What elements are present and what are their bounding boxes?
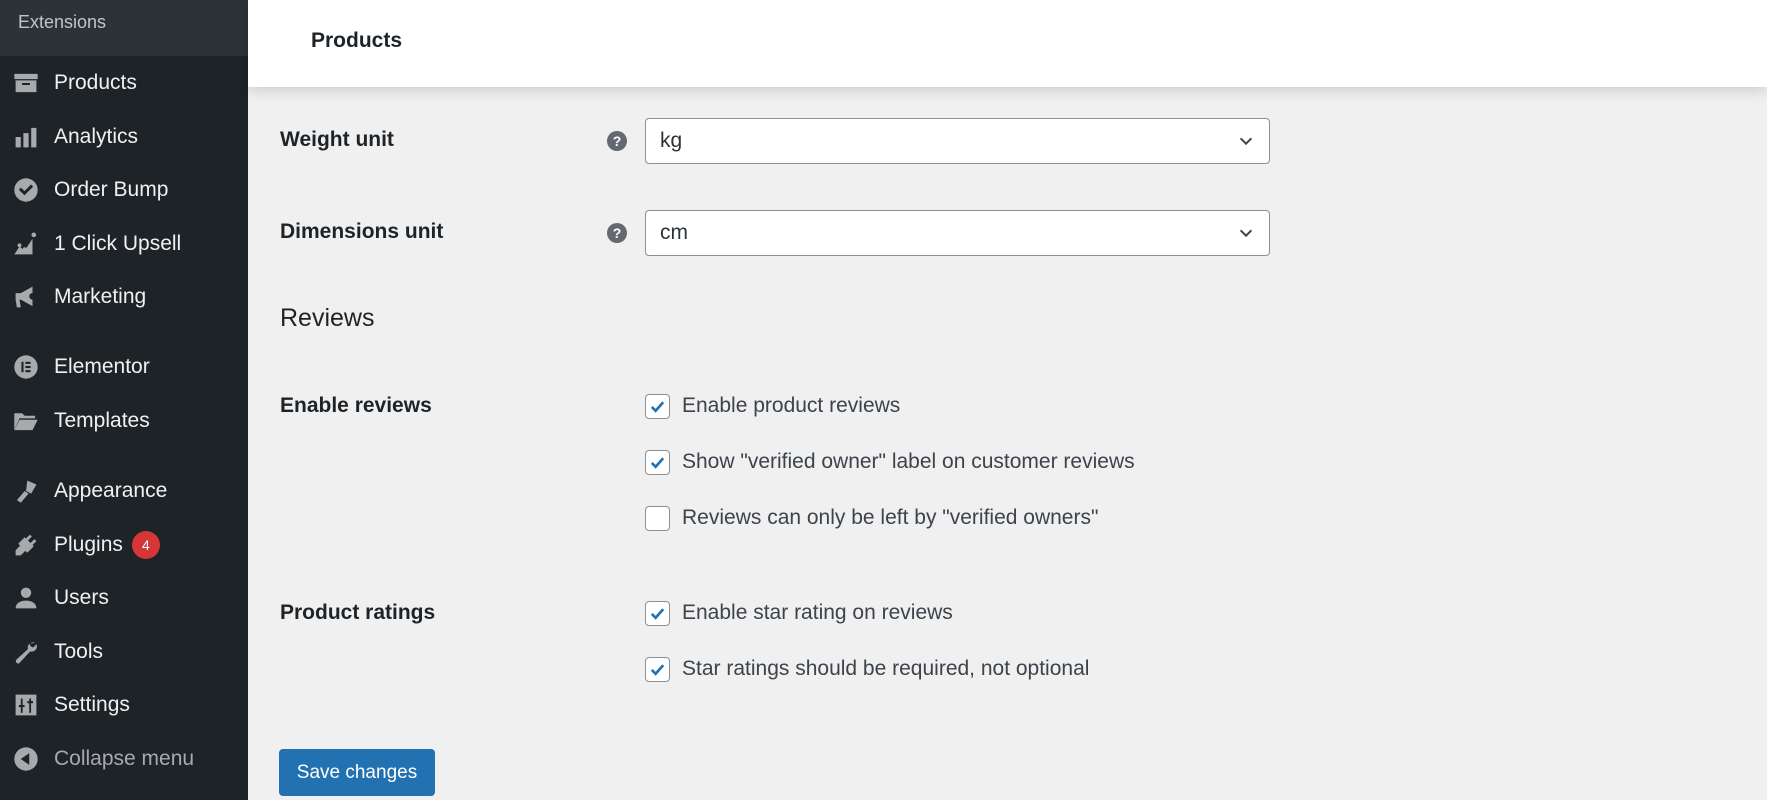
star-rating-required-checkbox[interactable]: Star ratings should be required, not opt… xyxy=(645,655,1089,683)
page-title: Products xyxy=(311,29,403,52)
verified-owners-only-checkbox[interactable]: Reviews can only be left by "verified ow… xyxy=(645,504,1098,532)
checkbox-checked[interactable] xyxy=(645,656,670,682)
archive-box-icon xyxy=(12,69,40,97)
sidebar-item-templates[interactable]: Templates xyxy=(0,399,248,443)
sidebar-item-plugins[interactable]: Plugins 4 xyxy=(0,523,248,567)
sidebar-item-label: Analytics xyxy=(54,125,139,148)
collapse-menu-button[interactable]: Collapse menu xyxy=(0,737,248,781)
weight-unit-select[interactable]: kg xyxy=(645,118,1270,164)
reviews-section-title: Reviews xyxy=(280,304,375,332)
verified-owner-label-checkbox[interactable]: Show "verified owner" label on customer … xyxy=(645,448,1135,476)
checkbox-label: Star ratings should be required, not opt… xyxy=(682,657,1090,680)
save-changes-button[interactable]: Save changes xyxy=(279,749,435,796)
sidebar-item-analytics[interactable]: Analytics xyxy=(0,115,248,159)
sidebar-item-marketing[interactable]: Marketing xyxy=(0,275,248,319)
dimensions-unit-label: Dimensions unit xyxy=(280,220,444,243)
sidebar-item-label: 1 Click Upsell xyxy=(54,232,182,255)
plug-icon xyxy=(12,531,40,559)
plugins-update-badge: 4 xyxy=(131,531,160,559)
sidebar-item-label: Tools xyxy=(54,640,104,663)
sidebar-item-tools[interactable]: Tools xyxy=(0,630,248,674)
page-header: Products xyxy=(248,0,1767,87)
chevron-down-icon xyxy=(1239,229,1253,238)
chevron-down-icon xyxy=(1239,137,1253,146)
user-icon xyxy=(12,584,40,612)
weight-unit-label: Weight unit xyxy=(280,128,394,151)
enable-reviews-label: Enable reviews xyxy=(280,394,432,417)
dimensions-unit-select[interactable]: cm xyxy=(645,210,1270,256)
checkbox-label: Reviews can only be left by "verified ow… xyxy=(682,506,1099,529)
admin-sidebar: Extensions Products Analytics Order Bump… xyxy=(0,0,248,800)
checkmark-icon xyxy=(650,607,665,620)
sidebar-item-label: Marketing xyxy=(54,285,147,308)
checkmark-icon xyxy=(650,456,665,469)
weight-unit-value: kg xyxy=(660,129,683,152)
megaphone-icon xyxy=(12,283,40,311)
bar-chart-icon xyxy=(12,123,40,151)
sidebar-item-label: Elementor xyxy=(54,355,150,378)
check-circle-icon xyxy=(12,176,40,204)
checkbox-checked[interactable] xyxy=(645,600,670,626)
sidebar-item-label: Settings xyxy=(54,693,130,716)
sidebar-item-order-bump[interactable]: Order Bump xyxy=(0,168,248,212)
elementor-icon xyxy=(12,353,40,381)
enable-product-reviews-checkbox[interactable]: Enable product reviews xyxy=(645,392,900,420)
trend-chart-icon xyxy=(12,230,40,258)
dimensions-unit-value: cm xyxy=(660,221,688,244)
sidebar-item-label: Plugins xyxy=(54,533,123,556)
sidebar-section-extensions[interactable]: Extensions xyxy=(0,0,248,56)
wrench-icon xyxy=(12,638,40,666)
checkmark-icon xyxy=(650,663,665,676)
sidebar-item-users[interactable]: Users xyxy=(0,576,248,620)
help-icon[interactable]: ? xyxy=(607,223,627,243)
sidebar-item-label: Templates xyxy=(54,409,150,432)
checkbox-unchecked[interactable] xyxy=(645,505,670,531)
sliders-icon xyxy=(12,691,40,719)
folder-open-icon xyxy=(12,407,40,435)
sidebar-item-label: Appearance xyxy=(54,479,168,502)
sidebar-item-label: Collapse menu xyxy=(54,747,195,770)
enable-star-rating-checkbox[interactable]: Enable star rating on reviews xyxy=(645,599,953,627)
product-ratings-label: Product ratings xyxy=(280,601,436,624)
checkbox-checked[interactable] xyxy=(645,449,670,475)
checkbox-label: Enable product reviews xyxy=(682,394,901,417)
paintbrush-icon xyxy=(12,477,40,505)
sidebar-item-products[interactable]: Products xyxy=(0,61,248,105)
sidebar-item-label: Users xyxy=(54,586,109,609)
checkbox-label: Enable star rating on reviews xyxy=(682,601,953,624)
help-icon[interactable]: ? xyxy=(607,131,627,151)
checkbox-label: Show "verified owner" label on customer … xyxy=(682,450,1135,473)
sidebar-item-settings[interactable]: Settings xyxy=(0,683,248,727)
collapse-arrow-icon xyxy=(12,745,40,773)
checkbox-checked[interactable] xyxy=(645,393,670,419)
sidebar-item-label: Products xyxy=(54,71,137,94)
sidebar-item-1-click-upsell[interactable]: 1 Click Upsell xyxy=(0,222,248,266)
sidebar-item-elementor[interactable]: Elementor xyxy=(0,345,248,389)
checkmark-icon xyxy=(650,400,665,413)
sidebar-item-appearance[interactable]: Appearance xyxy=(0,469,248,513)
sidebar-item-label: Order Bump xyxy=(54,178,169,201)
